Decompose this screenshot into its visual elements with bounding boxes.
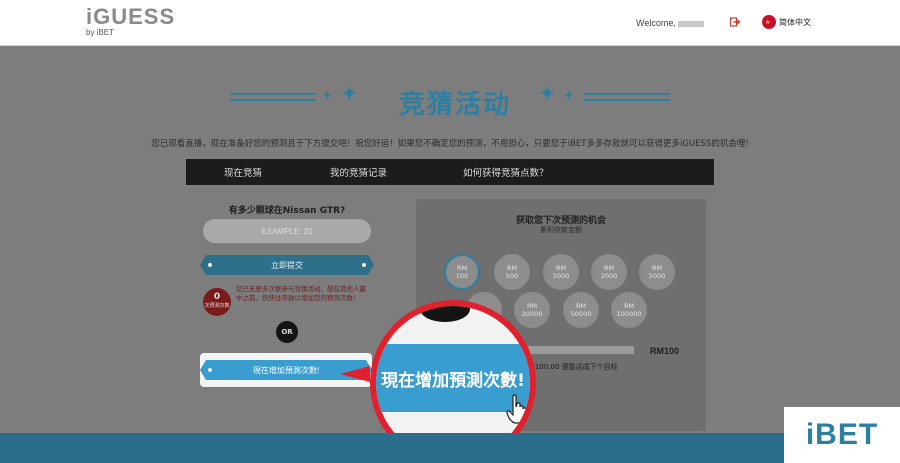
or-divider: OR bbox=[276, 321, 298, 343]
amount-option[interactable]: RM 500 bbox=[494, 254, 530, 290]
amount-value: 500 bbox=[505, 272, 519, 280]
star-icon: ✦ bbox=[563, 89, 574, 104]
language-selector[interactable]: 简体中文 bbox=[779, 17, 811, 28]
star-icon: ✦ bbox=[340, 82, 359, 107]
amount-option[interactable]: RM 5000 bbox=[639, 254, 675, 290]
title-deco-line-left-top bbox=[230, 93, 316, 95]
star-icon: ✦ bbox=[538, 82, 557, 107]
svg-text:★: ★ bbox=[765, 19, 770, 26]
amount-option[interactable]: RM 50000 bbox=[563, 292, 599, 328]
panel-subtitle: 累积存款金额 bbox=[540, 226, 582, 234]
page-title-row: ✦ ✦ 竞猜活动 ✦ ✦ bbox=[0, 78, 900, 122]
amount-currency: RM bbox=[555, 264, 567, 272]
watermark-text: iBET bbox=[805, 418, 879, 451]
top-header: iGUESS by iBET Welcome, ★ 简体中文 bbox=[0, 0, 900, 46]
add-guesses-label: 現在增加預測次數! bbox=[252, 365, 320, 375]
page-title: 竞猜活动 bbox=[398, 90, 511, 120]
amount-option[interactable]: RM 100 bbox=[444, 254, 480, 290]
no-guesses-note: 您已无更多次数参与竞猜活动，想在其他人赢中之前，快快往存款以增加您的预测次数! bbox=[236, 285, 366, 302]
amount-currency: RM bbox=[651, 264, 663, 272]
tab-bar: 现在竞猜 我的竞猜记录 如何获得竞猜点数？ bbox=[186, 159, 714, 185]
logo-main-text: iGUESS bbox=[86, 4, 176, 29]
amount-value: 100 bbox=[455, 272, 469, 280]
amount-value: 50000 bbox=[570, 310, 592, 318]
amount-option[interactable]: RM 2000 bbox=[591, 254, 627, 290]
welcome-label: Welcome, bbox=[636, 18, 676, 28]
guess-question: 有多少颗球在Nissan GTR? bbox=[228, 206, 346, 216]
amount-option[interactable]: RM 20000 bbox=[514, 292, 550, 328]
amount-currency: RM bbox=[603, 264, 615, 272]
logo-sub-text: by iBET bbox=[86, 28, 115, 37]
welcome-text: Welcome, bbox=[636, 18, 704, 28]
callout-arrow bbox=[340, 366, 370, 382]
zoom-add-label: 現在增加預測次數! bbox=[381, 370, 525, 391]
zoom-or-circle-fragment bbox=[420, 306, 470, 322]
amount-option[interactable]: RM 1000 bbox=[543, 254, 579, 290]
amount-value: 20000 bbox=[521, 310, 543, 318]
site-logo[interactable]: iGUESS by iBET bbox=[86, 6, 175, 38]
progress-target: RM100 bbox=[650, 346, 680, 356]
amount-currency: RM bbox=[623, 302, 635, 310]
intro-text: 您已观看直播，现在准备好您的预测且于下方提交吧！祝您好运！如果您不确定您的预测，… bbox=[151, 139, 749, 149]
submit-button[interactable]: 立即提交 bbox=[200, 255, 374, 275]
title-deco-line-right-top bbox=[584, 93, 670, 95]
tab-how-to-earn[interactable]: 如何获得竞猜点数？ bbox=[451, 165, 561, 179]
amount-currency: RM bbox=[506, 264, 518, 272]
amount-currency: RM bbox=[456, 264, 468, 272]
title-deco-line-right-bottom bbox=[584, 99, 670, 101]
button-notch bbox=[208, 263, 212, 267]
deposit-progress-bar bbox=[520, 346, 634, 354]
button-notch bbox=[362, 263, 366, 267]
progress-note: RM100.00 便能达成下个目标 bbox=[524, 363, 618, 371]
submit-button-label: 立即提交 bbox=[271, 260, 303, 270]
username-redacted bbox=[677, 20, 704, 27]
remaining-guesses-badge: 0 次预测次数 bbox=[203, 288, 231, 316]
badge-text: 次预测次数 bbox=[204, 303, 230, 309]
amount-currency: RM bbox=[575, 302, 587, 310]
ibet-watermark: iBET bbox=[784, 407, 900, 463]
title-deco-line-left-bottom bbox=[230, 99, 316, 101]
hand-pointer-icon bbox=[506, 394, 527, 424]
amount-value: 100000 bbox=[616, 310, 642, 318]
amount-currency: RM bbox=[526, 302, 538, 310]
guess-input[interactable] bbox=[203, 219, 371, 243]
amount-value: 1000 bbox=[552, 272, 570, 280]
amount-value: 5000 bbox=[648, 272, 666, 280]
tab-my-records[interactable]: 我的竞猜记录 bbox=[318, 165, 399, 179]
logout-icon[interactable] bbox=[730, 17, 740, 27]
button-notch bbox=[208, 368, 212, 372]
china-flag-icon[interactable]: ★ bbox=[762, 15, 776, 29]
amount-value: 2000 bbox=[600, 272, 618, 280]
amount-option[interactable]: RM 100000 bbox=[611, 292, 647, 328]
tab-current-guess[interactable]: 现在竞猜 bbox=[212, 165, 274, 179]
star-icon: ✦ bbox=[322, 89, 333, 104]
footer-bar bbox=[0, 433, 900, 463]
badge-count: 0 bbox=[213, 292, 221, 302]
